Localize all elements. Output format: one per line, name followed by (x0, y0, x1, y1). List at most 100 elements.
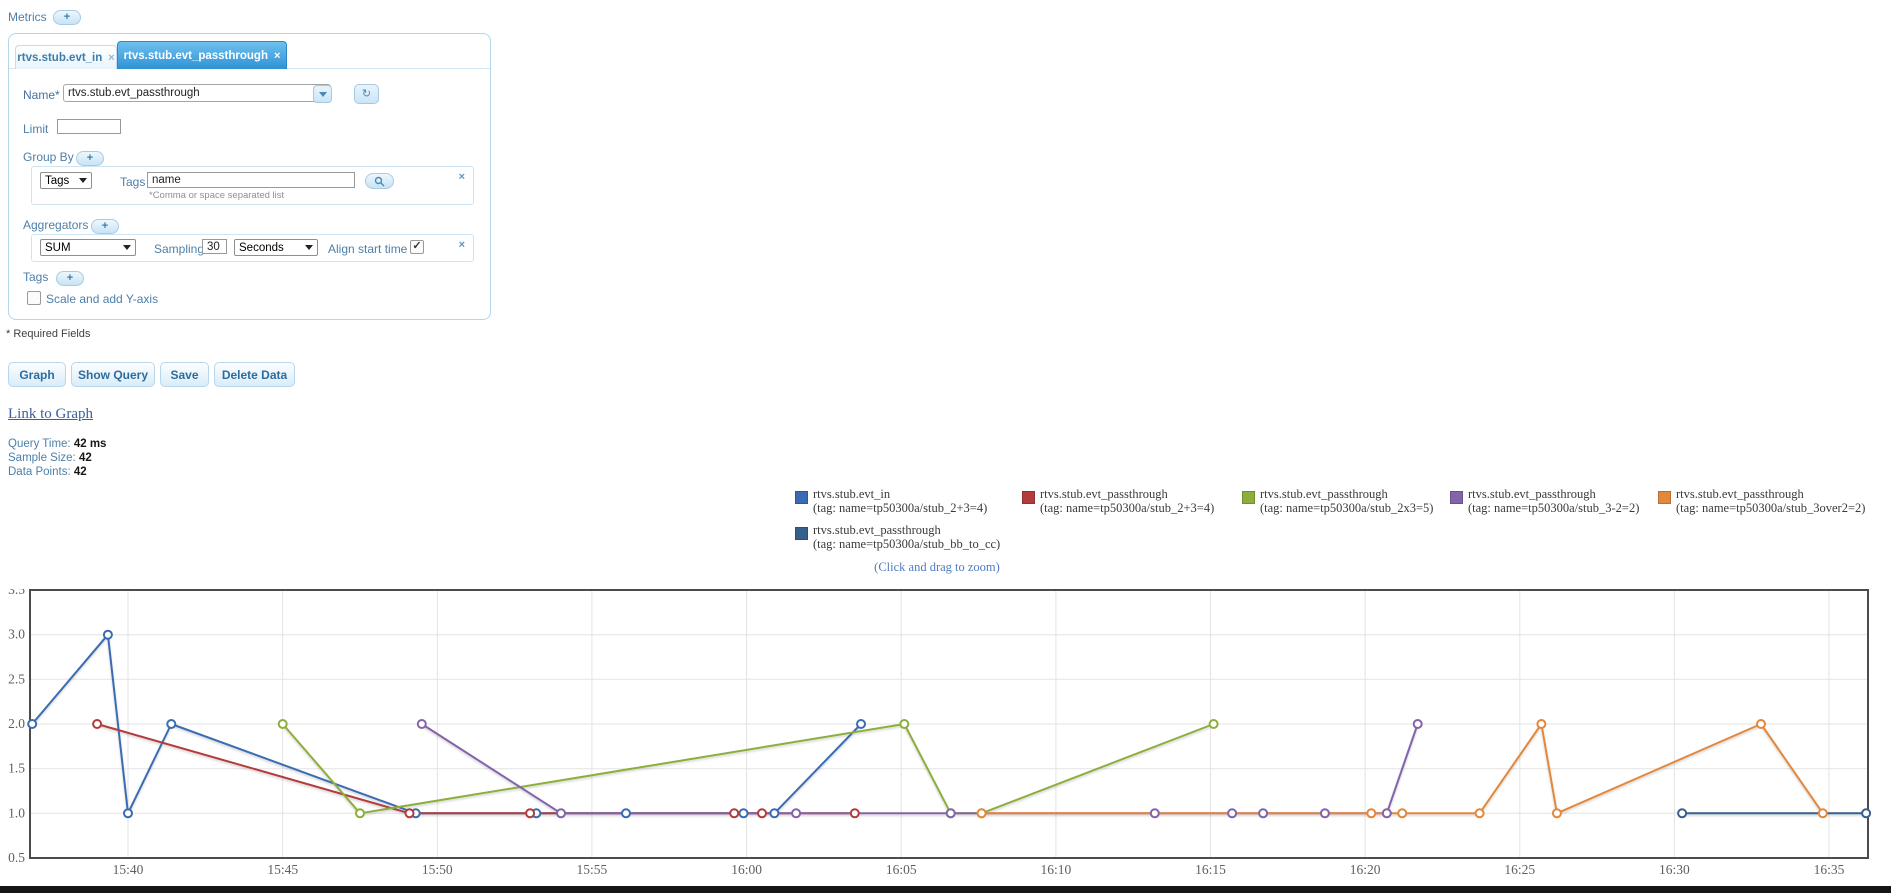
add-aggregator-button[interactable]: + (91, 219, 119, 234)
sampling-value-input[interactable] (202, 239, 227, 254)
select-value: Seconds (239, 241, 284, 254)
legend-swatch-icon (1658, 491, 1671, 504)
data-point (1397, 808, 1408, 819)
query-time-label: Query Time: (8, 438, 71, 450)
group-by-type-select[interactable]: Tags (40, 172, 92, 189)
refresh-icon: ↻ (361, 88, 372, 100)
add-metric-button[interactable]: + (53, 10, 81, 25)
data-point (102, 629, 113, 640)
tab-label: rtvs.stub.evt_passthrough (123, 49, 268, 62)
link-to-graph[interactable]: Link to Graph (8, 406, 93, 423)
search-icon (374, 176, 385, 186)
button-label: Show Query (77, 367, 148, 382)
tag-search-button[interactable] (365, 173, 394, 189)
legend-label: rtvs.stub.evt_passthrough (tag: name=tp50… (1260, 487, 1434, 515)
scale-y-axis-checkbox[interactable] (27, 291, 41, 305)
data-point (92, 719, 103, 729)
x-tick-label: 16:10 (1041, 862, 1072, 877)
legend-label: rtvs.stub.evt_passthrough (tag: name=tp50… (1468, 487, 1640, 515)
y-tick-label: 2.5 (8, 671, 25, 686)
aggregator-select[interactable]: SUM (40, 239, 136, 256)
data-point (738, 808, 749, 819)
align-start-time-checkbox[interactable] (410, 240, 424, 254)
y-tick-label: 0.5 (8, 850, 25, 865)
select-value: Tags (45, 174, 70, 187)
add-tag-button[interactable]: + (56, 271, 84, 286)
x-tick-label: 16:35 (1814, 862, 1845, 877)
refresh-metric-button[interactable]: ↻ (354, 84, 379, 104)
data-point (1366, 808, 1377, 819)
legend-swatch-icon (795, 491, 808, 504)
show-query-button[interactable]: Show Query (71, 362, 155, 387)
data-point (525, 808, 536, 819)
query-time-value: 42 ms (73, 438, 107, 450)
legend-swatch-icon (795, 527, 808, 540)
remove-aggregator-icon[interactable]: × (459, 240, 465, 251)
data-point (1474, 808, 1485, 819)
data-point (404, 808, 415, 819)
metric-name-input[interactable] (63, 84, 331, 102)
delete-data-button[interactable]: Delete Data (214, 362, 295, 387)
x-tick-label: 16:00 (731, 862, 762, 877)
tags-field-label: Tags (120, 175, 146, 189)
aggregators-label: Aggregators (23, 218, 89, 232)
data-point (1149, 808, 1160, 819)
data-point (416, 719, 427, 729)
select-value: SUM (45, 241, 71, 254)
sampling-unit-select[interactable]: Seconds (234, 239, 318, 256)
limit-input[interactable] (57, 119, 121, 134)
kairosdb-metrics-page: Metrics + rtvs.stub.evt_in × rtvs.stub.e… (0, 0, 1891, 894)
data-point (1756, 719, 1766, 729)
graph-button[interactable]: Graph (8, 362, 66, 387)
chevron-down-icon (318, 92, 327, 97)
x-tick-label: 15:55 (577, 862, 608, 877)
button-label: Delete Data (221, 367, 288, 382)
tags-hint: *Comma or space separated list (149, 190, 285, 201)
required-fields-note: * Required Fields (6, 328, 91, 340)
data-point (355, 808, 365, 819)
group-by-tags-input[interactable] (147, 172, 355, 188)
tab-close-icon[interactable]: × (108, 52, 114, 63)
data-point (1817, 808, 1828, 819)
y-tick-label: 1.0 (8, 805, 25, 820)
tab-label: rtvs.stub.evt_in (17, 51, 103, 64)
remove-group-by-icon[interactable]: × (459, 172, 465, 183)
x-tick-label: 16:15 (1195, 862, 1226, 877)
plus-icon: + (86, 152, 94, 164)
legend-item: rtvs.stub.evt_in (tag: name=tp50300a/stub… (795, 487, 987, 515)
limit-label: Limit (23, 122, 49, 136)
legend-item: rtvs.stub.evt_passthrough (tag: name=tp50… (795, 523, 1001, 551)
y-tick-label: 1.5 (8, 761, 25, 776)
legend-label: rtvs.stub.evt_passthrough (tag: name=tp50… (813, 523, 1001, 551)
sample-size-label: Sample Size: (8, 452, 76, 464)
legend-item: rtvs.stub.evt_passthrough (tag: name=tp50… (1242, 487, 1434, 515)
name-label: Name* (23, 88, 60, 102)
aggregator-row: SUM Sampling Seconds Align start time × (31, 234, 474, 262)
chart-canvas: 15:40 15:45 15:50 15:55 16:00 16:05 16:10 16:15… (8, 582, 1872, 877)
timeseries-chart[interactable]: 15:40 15:45 15:50 15:55 16:00 16:05 16:10 16:15… (0, 582, 1891, 886)
data-point (1319, 808, 1330, 819)
legend-item: rtvs.stub.evt_passthrough (tag: name=tp50… (1658, 487, 1865, 515)
legend-swatch-icon (1022, 491, 1035, 504)
drag-to-zoom-hint: (Click and drag to zoom) (874, 560, 1000, 574)
data-point (769, 808, 780, 819)
query-time-row: Query Time: 42 ms (8, 437, 106, 452)
data-point (1551, 808, 1562, 819)
x-tick-label: 15:45 (267, 862, 298, 877)
add-group-by-button[interactable]: + (76, 151, 104, 166)
save-button[interactable]: Save (160, 362, 209, 387)
data-point (621, 808, 631, 819)
name-dropdown-button[interactable] (313, 85, 332, 103)
tab-evt-in[interactable]: rtvs.stub.evt_in × (15, 45, 117, 69)
data-point (757, 808, 767, 819)
tab-close-icon[interactable]: × (274, 50, 280, 61)
group-by-row: Tags Tags *Comma or space separated list… (31, 166, 474, 205)
data-point (976, 808, 987, 819)
metrics-label: Metrics (8, 10, 47, 24)
data-point (1258, 808, 1269, 819)
button-label: Graph (19, 367, 55, 382)
axis-labels: 15:40 15:45 15:50 15:55 16:00 16:05 16:10 16:15… (8, 582, 1845, 877)
tab-evt-passthrough[interactable]: rtvs.stub.evt_passthrough × (117, 41, 287, 69)
scale-y-axis-label: Scale and add Y-axis (46, 292, 159, 306)
legend-item: rtvs.stub.evt_passthrough (tag: name=tp50… (1022, 487, 1214, 515)
